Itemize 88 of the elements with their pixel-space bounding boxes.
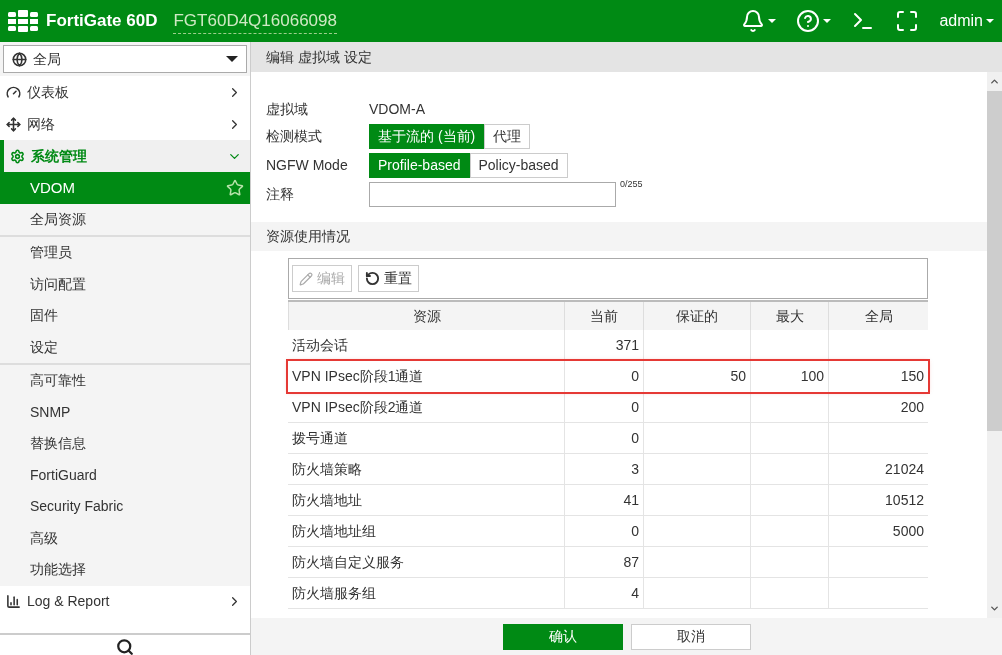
nav-subitem[interactable]: 管理员 [0,237,250,269]
nav-subitem[interactable]: 全局资源 [0,203,250,235]
table-cell-text: 87 [623,552,639,572]
help-icon [796,9,821,33]
table-cell-text: 0 [631,428,639,448]
scrollbar[interactable] [987,72,1002,618]
cancel-button[interactable]: 取消 [631,623,751,650]
column-header[interactable]: 当前 [564,302,643,330]
ok-button[interactable]: 确认 [503,623,623,650]
table-cell-text: 活动会话 [292,335,348,355]
comment-field[interactable] [369,182,616,207]
table-cell-text: 3 [631,459,639,479]
column-header[interactable]: 全局 [828,302,928,330]
reset-icon [365,271,380,286]
nav-subitem[interactable]: 固件 [0,300,250,332]
char-counter: 0/255 [620,178,643,191]
mode-toggle[interactable]: 基于流的 (当前) [369,124,485,149]
table-cell-text: 防火墙自定义服务 [292,552,404,572]
table-cell-text: 200 [900,397,924,417]
caret-icon [226,56,238,62]
nav-item[interactable]: 系统管理 [0,140,250,172]
user-menu-button[interactable]: admin [939,9,994,33]
grid-logo-icon [8,10,38,32]
table-cell-text: VPN IPsec阶段2通道 [292,397,424,417]
table-cell-text: 4 [631,583,639,603]
page-title: 编辑 虚拟域 设定 [266,47,372,67]
help-button[interactable] [796,9,832,33]
caret-icon [986,19,994,23]
dashboard-icon [6,84,21,100]
table-cell-text: 防火墙地址 [292,490,362,510]
globe-icon [12,51,27,67]
table-cell-text: 拨号通道 [292,428,348,448]
reset-button[interactable]: 重置 [358,265,419,292]
table-cell-text: VPN IPsec阶段1通道 [292,367,424,386]
table-cell-text: 21024 [885,459,924,479]
table-cell-text: 41 [623,490,639,510]
table-cell-text: 防火墙服务组 [292,583,376,603]
table-cell-text: 0 [631,521,639,541]
column-header[interactable]: 保证的 [643,302,750,330]
table-cell-text: 371 [615,335,639,355]
search-icon[interactable] [116,638,134,655]
nav-subitem[interactable]: 访问配置 [0,268,250,300]
table-cell-text: 10512 [885,490,924,510]
caret-icon [823,19,832,23]
nav-item[interactable]: 网络 [0,108,250,140]
bar-chart-icon [6,594,21,609]
nav-subitem[interactable]: FortiGuard [0,459,250,491]
column-header[interactable]: 最大 [750,302,828,330]
mode-toggle[interactable]: Policy-based [469,153,568,178]
nav-subitem[interactable]: 高可靠性 [0,365,250,397]
gear-icon [10,148,25,164]
table-cell-text: 100 [800,367,824,386]
favorite-star-icon [226,178,244,197]
table-cell-text: 防火墙策略 [292,459,362,479]
vdom-name: VDOM-A [369,99,425,119]
nav-subitem[interactable]: 替换信息 [0,428,250,460]
section-title: 资源使用情况 [266,227,350,246]
product-name: FortiGate 60D [46,10,158,33]
table-cell-text: 0 [631,397,639,417]
nav-subitem[interactable]: 高级 [0,522,250,554]
fullscreen-button[interactable] [895,9,920,33]
field-label: 虚拟域 [266,99,309,119]
table-cell-text: 0 [631,367,639,386]
bell-icon [741,9,766,33]
field-label: NGFW Mode [266,156,349,175]
table-cell-text: 防火墙地址组 [292,521,376,541]
scroll-down-icon[interactable] [989,603,1000,614]
table-cell-text: 5000 [892,521,924,541]
arrows-icon [6,116,21,132]
column-header[interactable]: 资源 [288,302,564,330]
table-cell-text: 150 [900,367,924,386]
caret-icon [768,19,777,23]
field-label: 检测模式 [266,127,323,146]
scroll-up-icon[interactable] [989,76,1000,87]
notifications-button[interactable] [741,9,777,33]
nav-item[interactable]: 仪表板 [0,76,250,108]
nav-item[interactable]: Log & Report [0,585,250,618]
mode-toggle[interactable]: 代理 [484,124,531,149]
scope-dropdown[interactable]: 全局 [3,45,247,73]
nav-subitem[interactable]: 功能选择 [0,554,250,586]
pencil-icon [299,271,313,286]
field-label: 注释 [266,185,295,204]
nav-subitem[interactable]: SNMP [0,396,250,428]
nav-subitem[interactable]: VDOM [0,172,250,204]
table-cell-text: 50 [730,367,746,386]
nav-subitem[interactable]: Security Fabric [0,491,250,523]
mode-toggle[interactable]: Profile-based [369,153,470,178]
nav-subitem[interactable]: 设定 [0,331,250,363]
